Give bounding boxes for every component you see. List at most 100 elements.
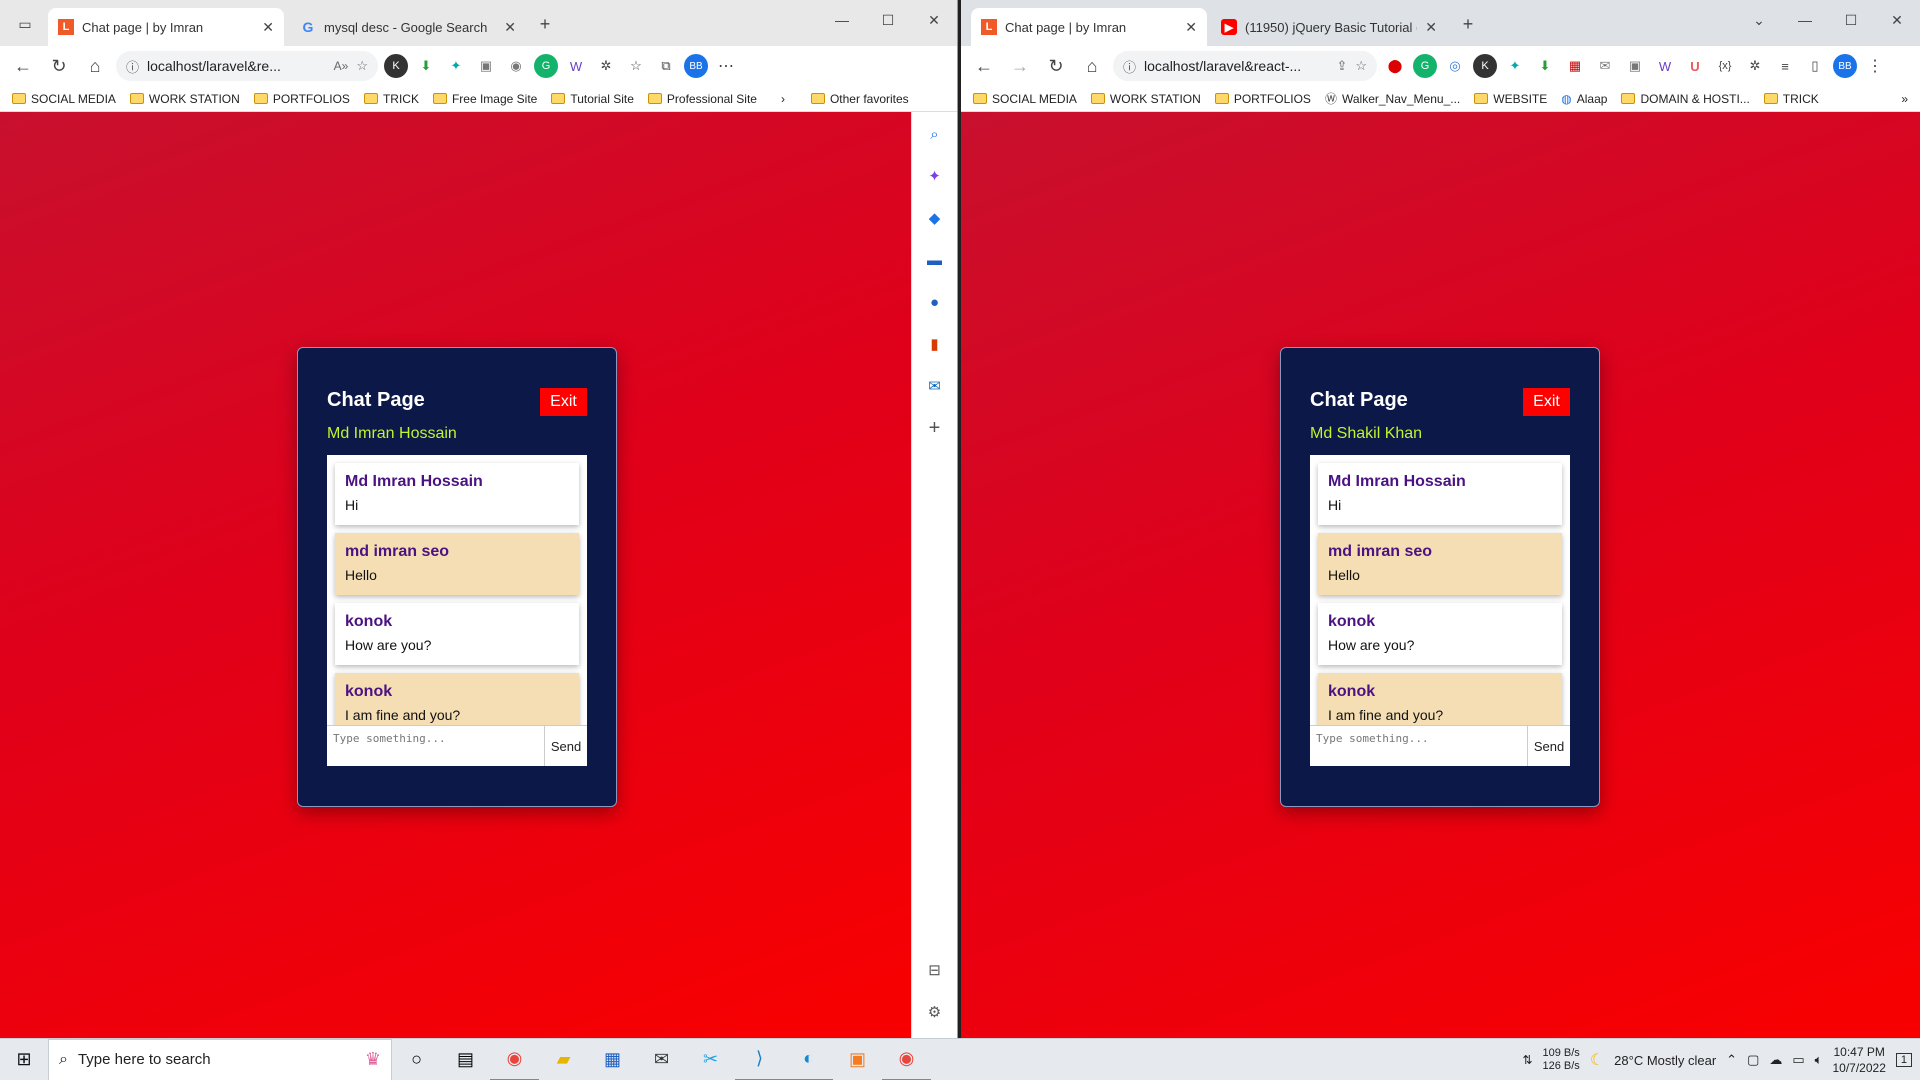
bookmark-folder[interactable]: SOCIAL MEDIA [973,92,1077,106]
tab-search-chevron-down-icon[interactable]: ⌄ [1736,0,1782,40]
bookmark-folder[interactable]: WORK STATION [129,92,240,106]
chevron-right-icon[interactable]: › [781,92,785,106]
close-tab-icon[interactable]: ✕ [1425,19,1437,36]
onedrive-cloud-icon[interactable]: ☁ [1769,1052,1782,1068]
new-tab-icon[interactable]: + [1453,9,1483,39]
bookmark-folder[interactable]: SOCIAL MEDIA [12,92,116,106]
tab-jquery-tutorial[interactable]: ▶ (11950) jQuery Basic Tutorial (Ba ✕ [1211,8,1447,46]
vscode-icon[interactable]: ⟩ [735,1039,784,1080]
edge-icon[interactable]: ◐ [784,1039,833,1080]
file-explorer-icon[interactable]: ▰ [539,1039,588,1080]
bookmark-folder[interactable]: Tutorial Site [551,92,634,106]
network-icon[interactable]: ▭ [1792,1052,1804,1068]
wappalyzer-icon[interactable]: W [1653,54,1677,78]
bookmark-folder[interactable]: PORTFOLIOS [253,92,350,106]
close-window-icon[interactable]: ✕ [1874,0,1920,40]
add-sidebar-icon[interactable]: + [922,414,948,442]
more-options-icon[interactable]: ⋮ [1863,54,1887,78]
meet-now-icon[interactable]: ▢ [1747,1052,1759,1068]
message-list[interactable]: Md Imran Hossain Hi md imran seo Hello kon… [327,455,587,725]
forward-icon[interactable]: → [1005,51,1035,81]
shopping-tag-icon[interactable]: ◆ [922,204,948,232]
reading-list-icon[interactable]: ≡ [1773,54,1797,78]
discover-icon[interactable]: ✦ [922,162,948,190]
bookmark-folder[interactable]: Professional Site [647,92,757,106]
k-extension-icon[interactable]: K [384,54,408,78]
tab-chat-page[interactable]: L Chat page | by Imran ✕ [971,8,1207,46]
calendar-extension-icon[interactable]: ▦ [1563,54,1587,78]
snipping-tool-icon[interactable]: ✂ [686,1039,735,1080]
grammarly-icon[interactable]: G [534,54,558,78]
chrome-profile-icon[interactable]: ◉ [882,1039,931,1080]
store-icon[interactable]: ▦ [588,1039,637,1080]
close-tab-icon[interactable]: ✕ [1185,19,1197,36]
notifications-icon[interactable]: 1 [1895,1053,1912,1067]
k-extension-icon[interactable]: K [1473,54,1497,78]
bookmark-folder[interactable]: TRICK [363,92,419,106]
tab-mysql-desc[interactable]: G mysql desc - Google Search ✕ [290,8,526,46]
windows-start-icon[interactable]: ⊞ [0,1039,48,1080]
back-icon[interactable]: ← [969,51,999,81]
read-aloud-icon[interactable]: A» [334,59,349,73]
bookmark-folder[interactable]: WORK STATION [1090,92,1201,106]
weather-text[interactable]: 28°C Mostly clear [1614,1053,1716,1068]
u-extension-icon[interactable]: U [1683,54,1707,78]
download-extension-icon[interactable]: ⬇ [414,54,438,78]
volume-icon[interactable]: 🔈︎ [1815,1052,1823,1068]
bookmark-star-icon[interactable]: ☆ [1355,58,1367,74]
home-icon[interactable]: ⌂ [1077,51,1107,81]
send-button[interactable]: Send [1527,726,1570,766]
hide-sidebar-icon[interactable]: ⊟ [922,956,948,984]
games-icon[interactable]: ● [922,288,948,316]
minimize-icon[interactable]: — [1782,0,1828,40]
back-icon[interactable]: ← [8,51,38,81]
address-bar[interactable]: ⓘ localhost/laravel&re... A» ☆ [116,51,378,81]
add-favorite-icon[interactable]: ☆ [356,58,368,74]
outlook-icon[interactable]: ✉ [922,372,948,400]
send-button[interactable]: Send [544,726,587,766]
chrome-icon[interactable]: ◉ [490,1039,539,1080]
reload-icon[interactable]: ↻ [44,51,74,81]
office-icon[interactable]: ▮ [922,330,948,358]
chevron-right-icon[interactable]: » [1901,92,1908,106]
tab-chat-page[interactable]: L Chat page | by Imran ✕ [48,8,284,46]
home-icon[interactable]: ⌂ [80,51,110,81]
grammarly-icon[interactable]: G [1413,54,1437,78]
show-hidden-icons-chevron-up-icon[interactable]: ⌃ [1726,1052,1737,1068]
bookmark-link[interactable]: Ⓦ Walker_Nav_Menu_... [1325,90,1460,107]
maximize-icon[interactable]: ☐ [865,0,911,40]
adblock-extension-icon[interactable]: ⬤ [1383,54,1407,78]
share-icon[interactable]: ⇪ [1336,58,1347,74]
tools-icon[interactable]: ▬ [922,246,948,274]
bookmark-folder[interactable]: DOMAIN & HOSTI... [1621,92,1750,106]
side-panel-icon[interactable]: ▯ [1803,54,1827,78]
minimize-icon[interactable]: — [819,0,865,40]
close-tab-icon[interactable]: ✕ [262,19,274,36]
reload-icon[interactable]: ↻ [1041,51,1071,81]
new-tab-icon[interactable]: + [530,9,560,39]
extension-icon[interactable]: ◎ [1443,54,1467,78]
bookmark-folder[interactable]: TRICK [1763,92,1819,106]
address-bar[interactable]: ⓘ localhost/laravel&react-... ⇪ ☆ [1113,51,1377,81]
exit-button[interactable]: Exit [540,388,587,416]
bookmark-folder[interactable]: WEBSITE [1474,92,1547,106]
settings-gear-icon[interactable]: ⚙ [922,998,948,1026]
extension-icon[interactable]: ✦ [444,54,468,78]
message-list[interactable]: Md Imran Hossain Hi md imran seo Hello kon… [1310,455,1570,725]
taskbar-search[interactable]: ⌕ Type here to search ♛ [48,1038,392,1080]
message-input[interactable] [327,726,544,766]
exit-button[interactable]: Exit [1523,388,1570,416]
screenshot-extension-icon[interactable]: ▣ [474,54,498,78]
message-input[interactable] [1310,726,1527,766]
xampp-icon[interactable]: ▣ [833,1039,882,1080]
mail-extension-icon[interactable]: ✉ [1593,54,1617,78]
download-extension-icon[interactable]: ⬇ [1533,54,1557,78]
profile-avatar[interactable]: BB [684,54,708,78]
close-window-icon[interactable]: ✕ [911,0,957,40]
maximize-icon[interactable]: ☐ [1828,0,1874,40]
tab-actions-icon[interactable]: ▭ [10,9,40,39]
screenshot-extension-icon[interactable]: ▣ [1623,54,1647,78]
wappalyzer-icon[interactable]: W [564,54,588,78]
collections-icon[interactable]: ⧉ [654,54,678,78]
code-extension-icon[interactable]: {x} [1713,54,1737,78]
